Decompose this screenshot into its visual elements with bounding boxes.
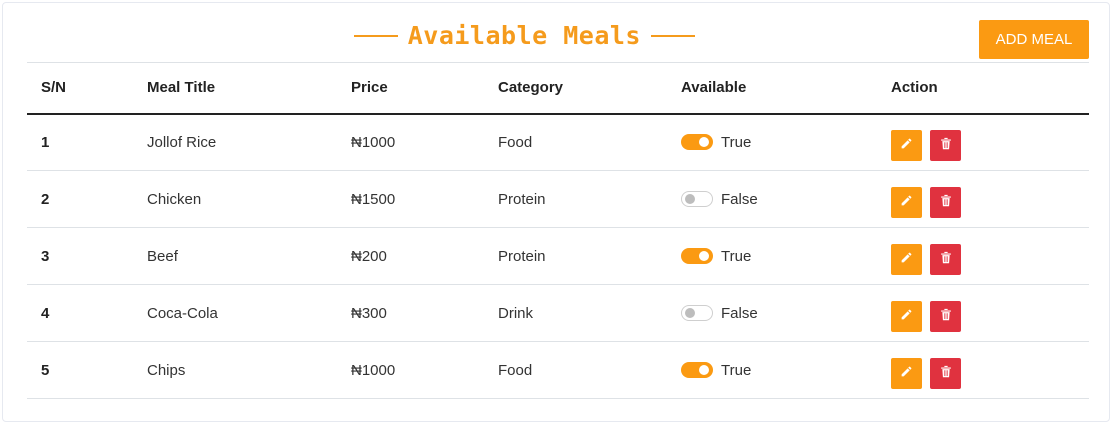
column-header-action: Action — [891, 79, 938, 97]
cell-sn: 1 — [41, 133, 50, 151]
edit-button[interactable] — [891, 129, 922, 161]
toggle-knob — [699, 137, 709, 148]
cell-sn: 5 — [41, 361, 50, 379]
meals-table: S/N Meal Title Price Category Available … — [27, 62, 1089, 399]
availability: True — [681, 134, 877, 151]
page-title: Available Meals — [27, 21, 695, 50]
delete-button[interactable] — [930, 357, 961, 389]
toggle-knob — [699, 251, 709, 261]
cell-available: False — [667, 171, 877, 228]
cell-available: True — [667, 342, 877, 399]
availability-label: False — [721, 190, 758, 208]
cell-meal-title: Coca-Cola — [147, 304, 218, 322]
row-actions — [891, 295, 1089, 332]
cell-price: ₦300 — [351, 304, 387, 322]
page-title-text: Available Meals — [407, 21, 641, 50]
delete-button[interactable] — [930, 186, 961, 218]
cell-action — [877, 228, 1089, 285]
header: Available Meals ADD MEAL — [27, 3, 1089, 63]
cell-meal-title: Beef — [147, 247, 178, 265]
pencil-icon — [900, 308, 913, 324]
cell-action — [877, 114, 1089, 171]
edit-button[interactable] — [891, 243, 922, 275]
cell-sn: 3 — [41, 247, 50, 265]
trash-icon — [940, 194, 952, 210]
availability-toggle[interactable] — [681, 248, 713, 264]
availability-label: True — [721, 247, 752, 265]
availability-label: False — [721, 304, 758, 322]
pencil-icon — [900, 365, 913, 381]
toggle-knob — [685, 308, 695, 318]
cell-category: Protein — [498, 190, 546, 208]
table-row: 2 Chicken ₦1500 Protein False — [27, 171, 1089, 228]
table-header-row: S/N Meal Title Price Category Available … — [27, 62, 1089, 114]
column-header-sn: S/N — [41, 79, 67, 97]
table-row: 4 Coca-Cola ₦300 Drink False — [27, 285, 1089, 342]
row-actions — [891, 181, 1089, 218]
cell-available: False — [667, 285, 877, 342]
cell-price: ₦200 — [351, 247, 387, 265]
trash-icon — [940, 365, 952, 381]
availability-toggle[interactable] — [681, 305, 713, 321]
pencil-icon — [900, 251, 913, 267]
toggle-knob — [685, 194, 695, 204]
cell-price: ₦1000 — [351, 361, 396, 379]
cell-action — [877, 171, 1089, 228]
title-dash-left — [353, 34, 398, 37]
add-meal-button[interactable]: ADD MEAL — [979, 20, 1089, 59]
column-header-category: Category — [498, 79, 564, 97]
cell-action — [877, 285, 1089, 342]
availability-toggle[interactable] — [681, 134, 713, 151]
row-actions — [891, 238, 1089, 275]
trash-icon — [940, 308, 952, 324]
row-actions — [891, 124, 1089, 161]
cell-available: True — [667, 114, 877, 171]
availability-label: True — [721, 133, 752, 151]
cell-meal-title: Chips — [147, 361, 186, 379]
cell-category: Drink — [498, 304, 534, 322]
availability: False — [681, 305, 877, 322]
meals-card: Available Meals ADD MEAL S/N Meal Title … — [2, 2, 1110, 422]
availability-label: True — [721, 361, 752, 379]
toggle-knob — [699, 365, 709, 375]
column-header-meal-title: Meal Title — [147, 79, 216, 97]
cell-available: True — [667, 228, 877, 285]
cell-action — [877, 342, 1089, 399]
availability: False — [681, 191, 877, 208]
row-actions — [891, 352, 1089, 389]
cell-sn: 2 — [41, 190, 50, 208]
cell-price: ₦1000 — [351, 133, 396, 151]
edit-button[interactable] — [891, 186, 922, 218]
cell-category: Protein — [498, 247, 546, 265]
column-header-available: Available — [681, 79, 747, 97]
edit-button[interactable] — [891, 357, 922, 389]
cell-category: Food — [498, 361, 533, 379]
title-dash-right — [651, 34, 695, 37]
table-row: 1 Jollof Rice ₦1000 Food True — [27, 114, 1089, 171]
table-row: 3 Beef ₦200 Protein True — [27, 228, 1089, 285]
cell-meal-title: Chicken — [147, 190, 202, 208]
availability-toggle[interactable] — [681, 191, 713, 207]
table-row: 5 Chips ₦1000 Food True — [27, 342, 1089, 399]
cell-price: ₦1500 — [351, 190, 396, 208]
delete-button[interactable] — [930, 243, 961, 275]
edit-button[interactable] — [891, 300, 922, 332]
delete-button[interactable] — [930, 129, 961, 161]
cell-category: Food — [498, 133, 533, 151]
availability-toggle[interactable] — [681, 362, 713, 378]
delete-button[interactable] — [930, 300, 961, 332]
cell-sn: 4 — [41, 304, 50, 322]
trash-icon — [940, 251, 952, 267]
trash-icon — [940, 137, 952, 153]
column-header-price: Price — [351, 79, 388, 97]
availability: True — [681, 362, 877, 379]
cell-meal-title: Jollof Rice — [147, 133, 217, 151]
pencil-icon — [900, 137, 913, 153]
availability: True — [681, 248, 877, 265]
pencil-icon — [900, 194, 913, 210]
